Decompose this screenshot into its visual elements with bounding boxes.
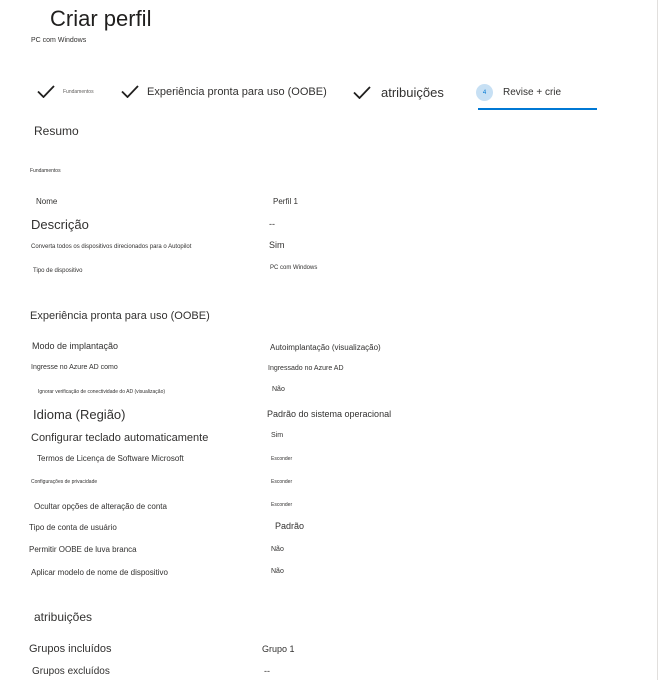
step-basics[interactable]: Fundamentos <box>37 85 94 98</box>
included-groups-label: Grupos incluídos <box>29 643 112 655</box>
step-label: Fundamentos <box>63 88 94 95</box>
checkmark-icon <box>37 85 55 98</box>
privacy-value: Esconder <box>271 479 293 485</box>
step-number-badge: 4 <box>476 84 493 101</box>
active-step-underline <box>478 108 597 110</box>
white-glove-value: Não <box>271 546 284 553</box>
convert-label: Converta todos os dispositivos direciona… <box>31 244 192 250</box>
white-glove-label: Permitir OOBE de luva branca <box>29 545 137 554</box>
name-value: Perfil 1 <box>273 197 298 206</box>
join-label: Ingresse no Azure AD como <box>31 364 118 371</box>
convert-value: Sim <box>269 240 285 250</box>
privacy-label: Configurações de privacidade <box>31 479 98 485</box>
account-options-value: Esconder <box>271 502 293 508</box>
deploy-mode-label: Modo de implantação <box>32 341 119 351</box>
skip-ad-label: Ignorar verificação de conectividade do … <box>38 389 166 395</box>
deploy-mode-value: Autoimplantação (visualização) <box>270 343 381 352</box>
summary-heading: Resumo <box>34 124 79 138</box>
keyboard-label: Configurar teclado automaticamente <box>31 432 209 444</box>
description-label: Descrição <box>31 217 89 232</box>
skip-ad-value: Não <box>272 386 285 393</box>
device-name-template-value: Não <box>271 568 284 575</box>
checkmark-icon <box>353 86 371 99</box>
step-oobe[interactable]: Experiência pronta para uso (OOBE) <box>121 85 327 98</box>
language-label: Idioma (Região) <box>33 407 126 422</box>
step-label: Revise + crie <box>503 87 562 98</box>
license-value: Esconder <box>271 456 293 462</box>
step-label: Experiência pronta para uso (OOBE) <box>147 85 327 98</box>
included-groups-value: Grupo 1 <box>262 644 295 654</box>
page-subtitle: PC com Windows <box>31 37 87 44</box>
excluded-groups-label: Grupos excluídos <box>32 666 110 677</box>
account-type-label: Tipo de conta de usuário <box>29 523 117 532</box>
page-title: Criar perfil <box>50 6 152 31</box>
language-value: Padrão do sistema operacional <box>267 409 392 419</box>
name-label: Nome <box>36 197 58 206</box>
assignments-heading: atribuições <box>34 610 93 624</box>
device-type-value: PC com Windows <box>270 265 318 271</box>
account-type-value: Padrão <box>275 521 305 531</box>
keyboard-value: Sim <box>271 432 284 439</box>
right-border <box>657 0 658 680</box>
device-type-label: Tipo de dispositivo <box>33 268 83 274</box>
step-assignments[interactable]: atribuições <box>353 85 444 100</box>
step-label: atribuições <box>381 85 444 100</box>
license-label: Termos de Licença de Software Microsoft <box>37 454 184 463</box>
oobe-heading: Experiência pronta para uso (OOBE) <box>30 310 210 322</box>
checkmark-icon <box>121 85 139 98</box>
description-value: -- <box>269 219 275 229</box>
device-name-template-label: Aplicar modelo de nome de dispositivo <box>31 568 168 577</box>
join-value: Ingressado no Azure AD <box>268 365 344 372</box>
basics-heading: Fundamentos <box>30 168 61 174</box>
excluded-groups-value: -- <box>264 666 270 676</box>
step-review-create[interactable]: 4 Revise + crie <box>476 84 561 101</box>
account-options-label: Ocultar opções de alteração de conta <box>34 502 167 511</box>
